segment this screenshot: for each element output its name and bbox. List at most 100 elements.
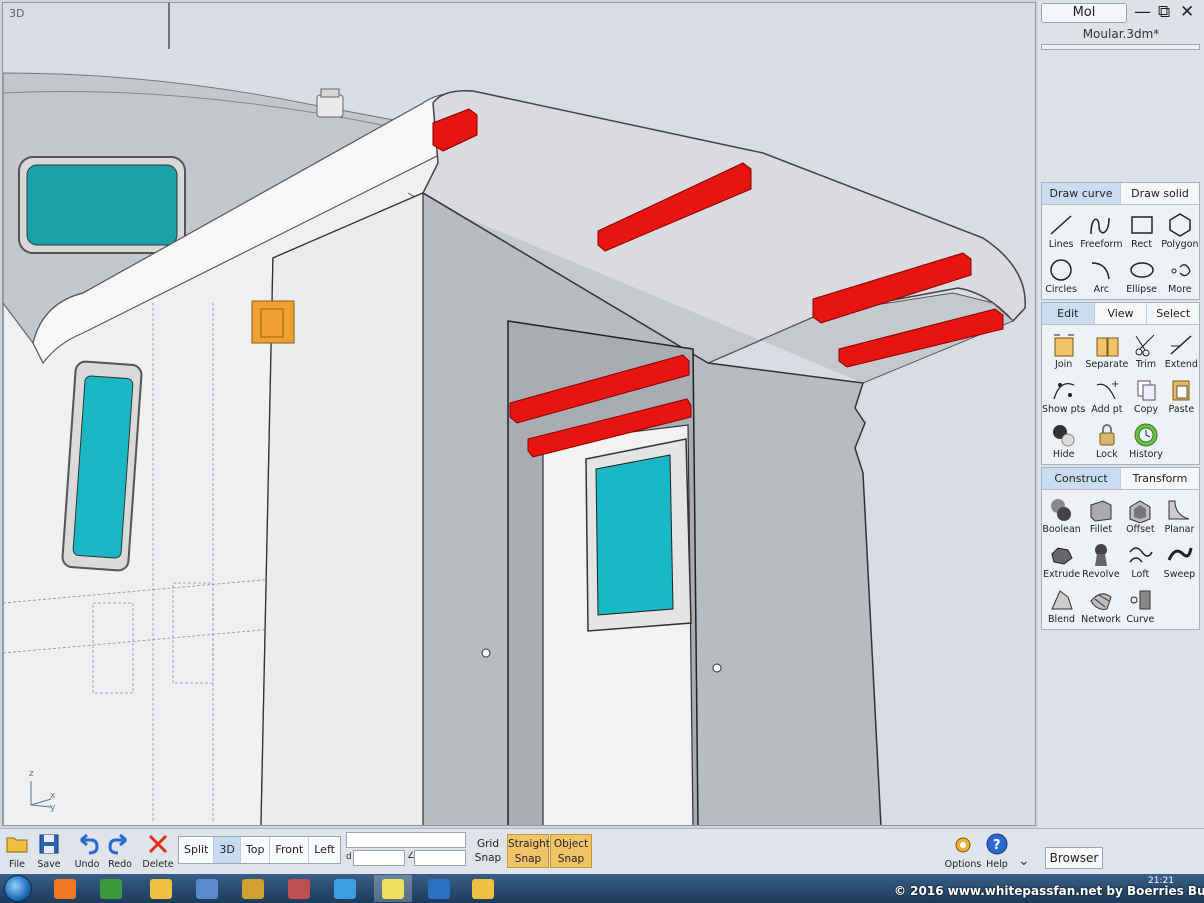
taskbar-explorer[interactable] [142,875,180,902]
redo-button[interactable]: Redo [103,832,137,870]
command-input[interactable] [346,832,466,848]
planar-tool[interactable]: Planar [1160,492,1199,537]
show-points-tool[interactable]: Show pts [1042,372,1085,417]
straight-snap-toggle[interactable]: Straight Snap [507,834,550,868]
join-tool[interactable]: Join [1042,327,1085,372]
taskbar-windows[interactable] [92,875,130,902]
save-button[interactable]: Save [32,832,66,870]
tab-select[interactable]: Select [1147,303,1200,324]
freeform-icon [1090,217,1111,235]
bottom-toolbar: File Save Undo Redo Delete Split 3D Top … [0,828,1204,874]
revolve-tool[interactable]: Revolve [1081,537,1121,582]
tab-draw-solid[interactable]: Draw solid [1121,183,1199,204]
lock-tool[interactable]: Lock [1085,417,1128,462]
show-points-icon [1053,382,1074,400]
extend-tool[interactable]: Extend [1164,327,1199,372]
close-icon[interactable]: ✕ [1180,2,1194,22]
file-button[interactable]: File [0,832,34,870]
taskbar-browser[interactable] [326,875,364,902]
object-snap-toggle[interactable]: Object Snap [550,834,592,868]
curve-icon [1130,590,1151,610]
taskbar-paint[interactable] [280,875,318,902]
planar-icon [1168,500,1190,520]
offset-tool[interactable]: Offset [1121,492,1160,537]
chevron-down-icon[interactable]: ⌄ [1018,853,1030,869]
tab-left[interactable]: Left [309,837,340,863]
options-button[interactable]: Options [945,832,981,870]
door-window-glass [595,454,674,616]
tab-front[interactable]: Front [270,837,310,863]
app-e-icon [196,878,218,899]
more-tool[interactable]: More [1161,252,1199,297]
freeform-tool[interactable]: Freeform [1080,207,1123,252]
separate-icon [1096,337,1119,357]
tab-construct[interactable]: Construct [1042,468,1121,489]
fillet-tool[interactable]: Fillet [1081,492,1121,537]
tab-3d[interactable]: 3D [214,837,241,863]
loft-tool[interactable]: Loft [1121,537,1160,582]
history-icon [1134,423,1158,447]
undo-icon [80,833,99,855]
media-player-icon [54,878,76,899]
rect-tool[interactable]: Rect [1123,207,1161,252]
tab-split[interactable]: Split [179,837,215,863]
more-icon [1171,264,1191,277]
sweep-tool[interactable]: Sweep [1160,537,1199,582]
add-point-tool[interactable]: + Add pt [1085,372,1128,417]
pse-icon [428,878,450,899]
taskbar-pse[interactable] [420,875,458,902]
minimize-icon[interactable]: — [1134,2,1151,22]
scene-render[interactable] [3,3,1036,826]
network-tool[interactable]: Network [1081,582,1121,627]
tab-transform[interactable]: Transform [1121,468,1199,489]
grid-snap-toggle[interactable]: Grid Snap [472,837,504,865]
delete-button[interactable]: Delete [141,832,175,870]
ellipse-tool[interactable]: Ellipse [1123,252,1161,297]
copy-tool[interactable]: Copy [1128,372,1163,417]
taskbar: © 2016 www.whitepassfan.net by Boerries … [0,874,1204,903]
svg-text:+: + [1111,379,1119,390]
clock[interactable]: 21:21 [1148,876,1174,887]
paste-tool[interactable]: Paste [1164,372,1199,417]
polygon-tool[interactable]: Polygon [1161,207,1199,252]
tab-top[interactable]: Top [241,837,271,863]
rear-window-glass [26,164,178,246]
globe-icon [334,878,356,899]
help-button[interactable]: ? Help [980,832,1014,870]
blend-icon [1050,590,1073,610]
history-tool[interactable]: History [1128,417,1163,462]
redo-icon [108,833,127,855]
arc-tool[interactable]: Arc [1080,252,1122,297]
tab-view[interactable]: View [1094,303,1148,324]
taskbar-mail[interactable] [464,875,502,902]
angle-input[interactable] [414,850,466,866]
extrude-tool[interactable]: Extrude [1042,537,1081,582]
separate-tool[interactable]: Separate [1085,327,1128,372]
boolean-tool[interactable]: Boolean [1042,492,1081,537]
viewport-3d[interactable]: 3D z x y [2,2,1036,826]
distance-input[interactable] [353,850,405,866]
taskbar-media-player[interactable] [46,875,84,902]
lines-tool[interactable]: Lines [1042,207,1080,252]
trim-tool[interactable]: Trim [1128,327,1163,372]
start-button[interactable] [4,875,32,902]
rect-icon [1130,216,1153,234]
hide-tool[interactable]: Hide [1042,417,1085,462]
taskbar-app-e[interactable] [188,875,226,902]
blend-tool[interactable]: Blend [1042,582,1081,627]
tab-draw-curve[interactable]: Draw curve [1042,183,1121,204]
view-tabs: Split 3D Top Front Left [178,836,341,864]
taskbar-moi[interactable] [374,875,412,902]
tab-edit[interactable]: Edit [1042,303,1095,324]
browser-button[interactable]: Browser [1045,847,1103,869]
circles-tool[interactable]: Circles [1042,252,1080,297]
circle-icon [1050,259,1072,281]
taskbar-app-2009[interactable] [234,875,272,902]
curve-tool[interactable]: Curve [1121,582,1160,627]
maximize-icon[interactable]: ⧉ [1158,2,1170,22]
undo-button[interactable]: Undo [70,832,104,870]
progress-bar [1041,44,1200,50]
document-button[interactable]: Mol [1041,3,1127,23]
sweep-icon [1168,547,1193,561]
construct-tool-group: Construct Transform Boolean Fillet Offse… [1041,467,1200,630]
